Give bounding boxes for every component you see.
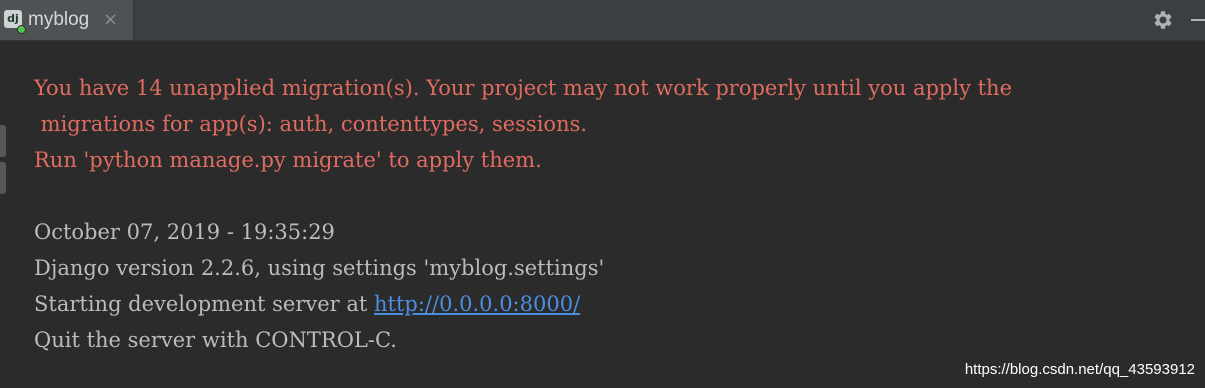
info-line: Django version 2.2.6, using settings 'my… xyxy=(34,256,605,280)
error-line: Run 'python manage.py migrate' to apply … xyxy=(34,148,542,172)
info-line: October 07, 2019 - 19:35:29 xyxy=(34,220,335,244)
error-line: You have 14 unapplied migration(s). Your… xyxy=(34,76,1013,100)
gear-icon[interactable] xyxy=(1151,8,1175,32)
gutter-marker[interactable] xyxy=(0,162,6,194)
server-prefix: Starting development server at xyxy=(34,292,375,316)
console-output[interactable]: You have 14 unapplied migration(s). Your… xyxy=(34,70,1205,358)
running-indicator-icon xyxy=(17,25,26,34)
run-tool-window-header: dj myblog × xyxy=(0,0,1205,41)
tab-myblog[interactable]: dj myblog × xyxy=(0,0,134,40)
tab-label: myblog xyxy=(28,9,90,30)
quit-line: Quit the server with CONTROL-C. xyxy=(34,328,397,352)
watermark: https://blog.csdn.net/qq_43593912 xyxy=(964,361,1195,378)
gutter-marker[interactable] xyxy=(0,125,6,157)
close-icon[interactable]: × xyxy=(103,9,118,30)
error-line: migrations for app(s): auth, contenttype… xyxy=(34,112,588,136)
minimize-icon[interactable] xyxy=(1191,19,1205,21)
server-line: Starting development server at http://0.… xyxy=(34,286,1205,322)
server-url-link[interactable]: http://0.0.0.0:8000/ xyxy=(374,292,580,316)
